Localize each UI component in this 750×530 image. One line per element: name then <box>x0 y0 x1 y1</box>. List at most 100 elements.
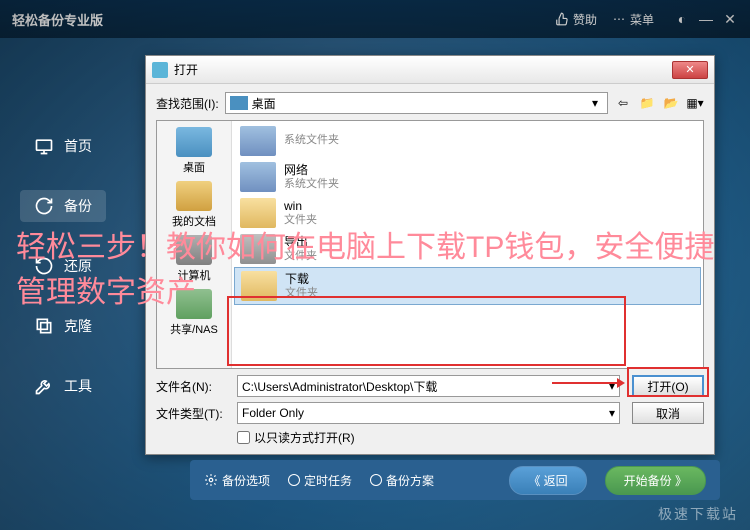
minimize-button[interactable]: — <box>698 11 714 27</box>
chevron-down-icon: ▾ <box>609 379 615 393</box>
sidebar-item-clone[interactable]: 克隆 <box>20 310 106 342</box>
file-row[interactable]: 系统文件夹 <box>234 123 701 159</box>
sidebar-item-label: 克隆 <box>64 316 92 336</box>
open-dialog: 打开 ✕ 查找范围(I): 桌面 ▾ ⇦ 📁 📂 ▦▾ 桌面 我的文档 计算机 … <box>145 55 715 455</box>
close-button[interactable]: ✕ <box>722 11 738 27</box>
folder-icon <box>240 162 276 192</box>
place-desktop[interactable]: 桌面 <box>174 125 214 177</box>
home-icon <box>34 136 54 156</box>
sidebar-item-restore[interactable]: 还原 <box>20 250 106 282</box>
dialog-body: 查找范围(I): 桌面 ▾ ⇦ 📁 📂 ▦▾ 桌面 我的文档 计算机 共享/NA… <box>146 84 714 454</box>
new-folder-icon[interactable]: 📂 <box>662 94 680 112</box>
filetype-label: 文件类型(T): <box>156 405 231 422</box>
sidebar-item-label: 还原 <box>64 256 92 276</box>
bottom-toolbar: 备份选项 定时任务 备份方案 《 返回 开始备份 》 <box>190 460 720 500</box>
chevron-down-icon: ▾ <box>587 96 603 110</box>
documents-place-icon <box>176 181 212 211</box>
file-row[interactable]: win文件夹 <box>234 195 701 231</box>
sidebar-item-label: 工具 <box>64 376 92 396</box>
file-row[interactable]: 下载文件夹 <box>234 267 701 305</box>
file-type: 文件夹 <box>284 250 317 263</box>
tools-icon <box>34 376 54 396</box>
sidebar-item-tools[interactable]: 工具 <box>20 370 106 402</box>
filename-value: C:\Users\Administrator\Desktop\下载 <box>242 378 437 395</box>
look-in-label: 查找范围(I): <box>156 95 219 112</box>
filename-input[interactable]: C:\Users\Administrator\Desktop\下载 ▾ <box>237 375 620 397</box>
readonly-checkbox[interactable] <box>237 431 250 444</box>
place-documents[interactable]: 我的文档 <box>170 179 218 231</box>
backup-options-button[interactable]: 备份选项 <box>204 472 270 489</box>
restore-icon <box>34 256 54 276</box>
file-type: 系统文件夹 <box>284 134 339 147</box>
start-backup-button[interactable]: 开始备份 》 <box>605 466 706 495</box>
file-list[interactable]: 系统文件夹网络系统文件夹win文件夹导出文件夹下载文件夹 <box>232 121 703 368</box>
look-in-combo[interactable]: 桌面 ▾ <box>225 92 608 114</box>
up-icon[interactable]: 📁 <box>638 94 656 112</box>
look-in-row: 查找范围(I): 桌面 ▾ ⇦ 📁 📂 ▦▾ <box>156 92 704 114</box>
desktop-icon <box>230 96 248 110</box>
watermark: 极速下载站 <box>658 504 738 524</box>
schedule-option[interactable]: 定时任务 <box>288 472 352 489</box>
scheme-option[interactable]: 备份方案 <box>370 472 434 489</box>
filetype-value: Folder Only <box>242 406 304 420</box>
nav-tools: ⇦ 📁 📂 ▦▾ <box>614 94 704 112</box>
back-button[interactable]: 《 返回 <box>509 466 586 495</box>
schedule-label: 定时任务 <box>304 472 352 489</box>
sponsor-label: 赞助 <box>573 11 597 28</box>
place-network[interactable]: 共享/NAS <box>168 287 220 339</box>
clone-icon <box>34 316 54 336</box>
readonly-row[interactable]: 以只读方式打开(R) <box>237 429 704 446</box>
radio-icon <box>370 474 382 486</box>
dialog-close-button[interactable]: ✕ <box>672 61 708 79</box>
backup-icon <box>34 196 54 216</box>
sidebar-item-label: 首页 <box>64 136 92 156</box>
readonly-label: 以只读方式打开(R) <box>254 429 355 446</box>
app-title: 轻松备份专业版 <box>12 10 547 29</box>
places-bar: 桌面 我的文档 计算机 共享/NAS <box>157 121 232 368</box>
place-label: 计算机 <box>178 270 211 282</box>
menu-button[interactable]: ⋯ 菜单 <box>605 7 662 32</box>
network-place-icon <box>176 289 212 319</box>
window-controls: ◐ — ✕ <box>674 11 738 27</box>
app-header: 轻松备份专业版 赞助 ⋯ 菜单 ◐ — ✕ <box>0 0 750 38</box>
file-type: 系统文件夹 <box>284 178 339 191</box>
menu-dots-icon: ⋯ <box>613 12 626 26</box>
options-label: 备份选项 <box>222 472 270 489</box>
thumb-up-icon <box>555 12 569 26</box>
sidebar-item-label: 备份 <box>64 196 92 216</box>
radio-icon <box>288 474 300 486</box>
chevron-down-icon: ▾ <box>609 406 615 420</box>
dialog-app-icon <box>152 62 168 78</box>
back-icon[interactable]: ⇦ <box>614 94 632 112</box>
sidebar: 首页 备份 还原 克隆 工具 <box>20 130 106 402</box>
filetype-combo[interactable]: Folder Only ▾ <box>237 402 620 424</box>
filename-label: 文件名(N): <box>156 378 231 395</box>
file-type: 文件夹 <box>284 214 317 227</box>
folder-icon <box>240 234 276 264</box>
folder-icon <box>241 271 277 301</box>
sidebar-item-backup[interactable]: 备份 <box>20 190 106 222</box>
file-row[interactable]: 导出文件夹 <box>234 231 701 267</box>
form-section: 文件名(N): C:\Users\Administrator\Desktop\下… <box>156 375 704 446</box>
file-row[interactable]: 网络系统文件夹 <box>234 159 701 195</box>
file-browser: 桌面 我的文档 计算机 共享/NAS 系统文件夹网络系统文件夹win文件夹导出文… <box>156 120 704 369</box>
look-in-value: 桌面 <box>252 95 276 112</box>
open-button[interactable]: 打开(O) <box>632 375 704 397</box>
view-menu-icon[interactable]: ▦▾ <box>686 94 704 112</box>
place-label: 桌面 <box>183 162 205 174</box>
folder-icon <box>240 198 276 228</box>
computer-place-icon <box>176 235 212 265</box>
desktop-place-icon <box>176 127 212 157</box>
sponsor-button[interactable]: 赞助 <box>547 7 605 32</box>
menu-label: 菜单 <box>630 11 654 28</box>
place-label: 我的文档 <box>172 216 216 228</box>
skin-button[interactable]: ◐ <box>674 11 690 27</box>
file-name: 导出 <box>284 235 317 249</box>
place-computer[interactable]: 计算机 <box>174 233 214 285</box>
sidebar-item-home[interactable]: 首页 <box>20 130 106 162</box>
file-name: 下载 <box>285 272 318 286</box>
file-name: win <box>284 199 317 213</box>
dialog-titlebar: 打开 ✕ <box>146 56 714 84</box>
file-name: 网络 <box>284 163 339 177</box>
cancel-button[interactable]: 取消 <box>632 402 704 424</box>
